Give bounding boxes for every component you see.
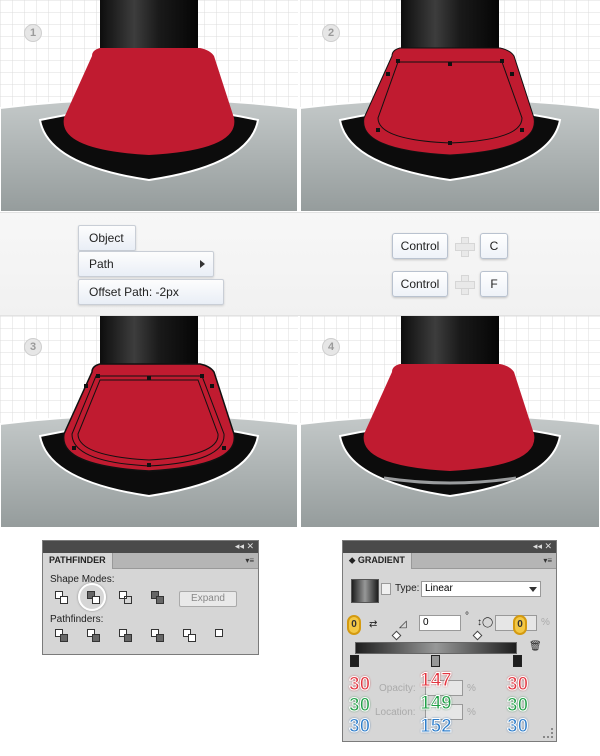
panel-titlebar[interactable]: ◂◂ ✕ xyxy=(43,541,258,553)
aspect-ratio-icon: ↕◯ xyxy=(477,617,494,628)
percent-symbol: % xyxy=(541,617,550,628)
angle-input[interactable]: 0 xyxy=(419,615,461,631)
step-2-artwork xyxy=(299,0,600,213)
collapse-close-icons[interactable]: ◂◂ ✕ xyxy=(533,541,552,552)
step-3-artwork xyxy=(0,316,299,529)
stop-middle-red: 147 xyxy=(420,670,453,691)
key-c: C xyxy=(480,233,508,259)
type-label: Type: xyxy=(395,583,420,594)
color-stop-left[interactable] xyxy=(350,655,359,667)
stop-middle-green: 149 xyxy=(420,693,453,714)
step-1-badge: 1 xyxy=(24,24,42,42)
tab-gradient[interactable]: ⬥ GRADIENT xyxy=(343,553,412,569)
reverse-gradient-icon[interactable]: ⇄ xyxy=(369,619,377,630)
stop-left-green: 30 xyxy=(348,695,371,716)
outline-icon[interactable] xyxy=(183,629,197,643)
submenu-arrow-icon xyxy=(200,260,205,268)
key-f: F xyxy=(480,271,508,297)
menu-path-label: Path xyxy=(89,257,114,271)
panel-menu-icon[interactable]: ▾≡ xyxy=(543,556,552,565)
type-value: Linear xyxy=(425,583,453,594)
step-1-artwork xyxy=(0,0,299,213)
intersect-icon[interactable] xyxy=(119,591,133,605)
minus-front-icon[interactable] xyxy=(87,591,101,605)
gradient-slider[interactable] xyxy=(355,642,517,654)
key-control-copy: Control xyxy=(392,233,448,259)
stop-right-green: 30 xyxy=(506,695,529,716)
stop-right-red: 30 xyxy=(506,674,529,695)
instruction-band: Object Path Offset Path: -2px Control C … xyxy=(0,212,600,316)
step-4-illustration: 4 xyxy=(299,316,600,529)
panel-tabbar: PATHFINDER ▾≡ xyxy=(43,553,258,569)
location-label: Location: xyxy=(375,707,416,718)
location-percent: % xyxy=(467,707,476,718)
tab-gradient-label: GRADIENT xyxy=(357,555,405,565)
step-3-badge: 3 xyxy=(24,338,42,356)
step-3-illustration: 3 xyxy=(0,316,299,529)
divide-icon[interactable] xyxy=(55,629,69,643)
menu-object[interactable]: Object xyxy=(78,225,136,251)
merge-icon[interactable] xyxy=(119,629,133,643)
menu-offset-path[interactable]: Offset Path: -2px xyxy=(78,279,224,305)
delete-stop-icon[interactable]: 🗑 xyxy=(529,641,542,652)
step-4-artwork xyxy=(299,316,600,529)
dropdown-arrow-icon xyxy=(529,587,537,592)
angle-value: 0 xyxy=(423,617,429,628)
collapse-close-icons[interactable]: ◂◂ ✕ xyxy=(235,541,254,552)
trim-icon[interactable] xyxy=(87,629,101,643)
plus-icon xyxy=(455,237,475,257)
step-2-badge: 2 xyxy=(322,24,340,42)
panel-tabbar: ⬥ GRADIENT ▾≡ xyxy=(343,553,556,569)
shape-modes-label: Shape Modes: xyxy=(50,574,115,585)
type-select[interactable]: Linear xyxy=(421,581,541,597)
pathfinders-label: Pathfinders: xyxy=(50,614,104,625)
tab-arrows-icon: ⬥ xyxy=(349,555,358,565)
pathfinder-panel: ◂◂ ✕ PATHFINDER ▾≡ Shape Modes: Expand P… xyxy=(42,540,259,655)
midpoint-diamond-left[interactable] xyxy=(391,630,402,641)
opacity-label: Opacity: xyxy=(379,683,416,694)
exclude-icon[interactable] xyxy=(151,591,165,605)
stop-right-blue: 30 xyxy=(506,716,529,737)
stop-left-blue: 30 xyxy=(348,716,371,737)
stop-middle-blue: 152 xyxy=(420,716,453,737)
color-stop-right[interactable] xyxy=(513,655,522,667)
opacity-percent: % xyxy=(467,683,476,694)
gradient-panel: ◂◂ ✕ ⬥ GRADIENT ▾≡ Type: Linear 0 ⇄ ◿ 0 … xyxy=(342,540,557,742)
panel-menu-icon[interactable]: ▾≡ xyxy=(245,556,254,565)
unite-icon[interactable] xyxy=(55,591,69,605)
midpoint-diamond-right[interactable] xyxy=(472,630,483,641)
key-control-paste: Control xyxy=(392,271,448,297)
swatch-dropdown[interactable] xyxy=(381,583,391,595)
minus-back-icon[interactable] xyxy=(215,629,229,643)
plus-icon xyxy=(455,275,475,295)
badge-right: 0 xyxy=(513,615,527,635)
expand-button[interactable]: Expand xyxy=(179,591,237,607)
resize-grip[interactable] xyxy=(543,728,553,738)
step-4-badge: 4 xyxy=(322,338,340,356)
color-stop-middle[interactable] xyxy=(431,655,440,667)
angle-icon: ◿ xyxy=(399,619,407,630)
step-1-illustration: 1 xyxy=(0,0,299,213)
tab-pathfinder[interactable]: PATHFINDER xyxy=(43,553,113,569)
badge-left: 0 xyxy=(347,615,361,635)
stop-left-red: 30 xyxy=(348,674,371,695)
panel-titlebar[interactable]: ◂◂ ✕ xyxy=(343,541,556,553)
gradient-swatch[interactable] xyxy=(351,579,379,603)
crop-icon[interactable] xyxy=(151,629,165,643)
menu-path[interactable]: Path xyxy=(78,251,214,277)
degree-symbol: ° xyxy=(465,611,469,622)
step-2-illustration: 2 xyxy=(299,0,600,213)
